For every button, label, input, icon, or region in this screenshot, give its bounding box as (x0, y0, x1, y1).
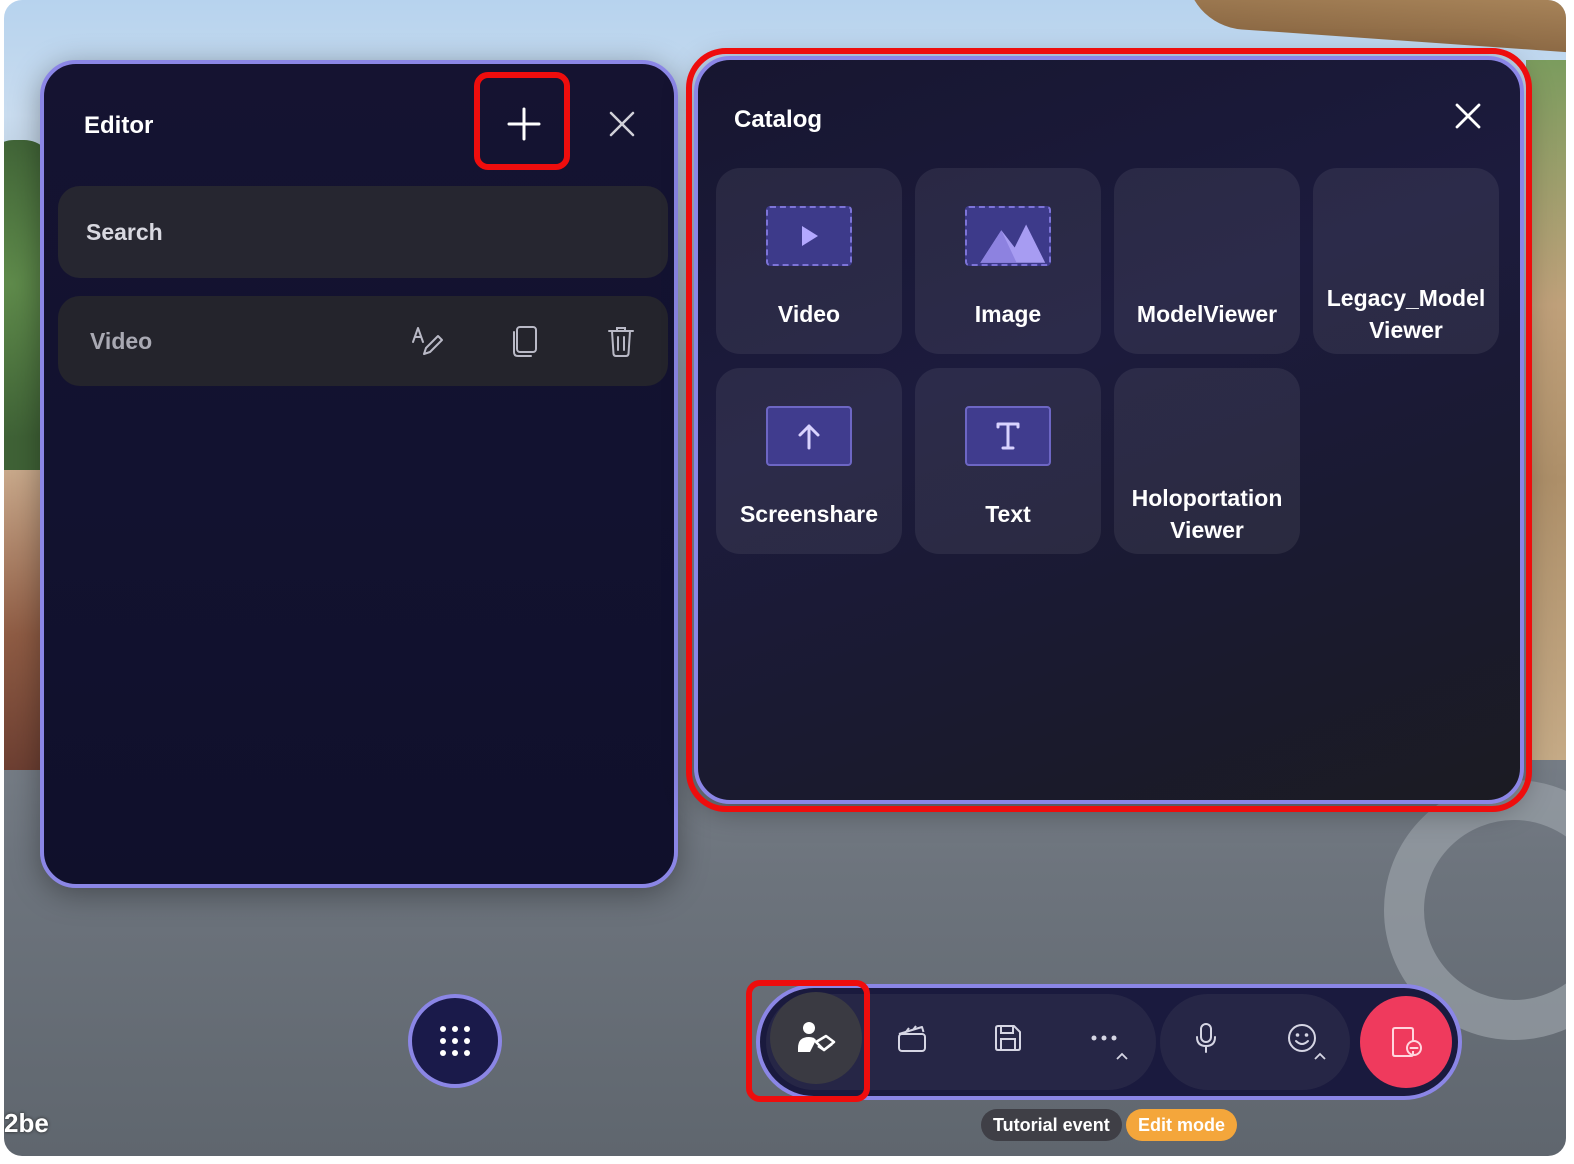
microphone-button[interactable] (1164, 996, 1248, 1080)
catalog-tile-image[interactable]: Image (915, 168, 1101, 354)
clapperboard-icon (898, 1025, 926, 1052)
corner-label: 2be (4, 1108, 49, 1138)
catalog-tile-screenshare[interactable]: Screenshare (716, 368, 902, 554)
smiley-icon (1288, 1024, 1316, 1052)
bottom-toolbar (756, 984, 1462, 1100)
editor-title: Editor (84, 112, 154, 139)
catalog-title: Catalog (734, 106, 823, 133)
catalog-tile-legacy-model-viewer[interactable]: Legacy_Model Viewer (1313, 168, 1499, 354)
host-tools-button[interactable] (770, 992, 862, 1084)
duplicate-button[interactable] (502, 318, 548, 364)
apps-menu-button[interactable] (408, 994, 502, 1088)
tile-label-line2: Viewer (1170, 517, 1244, 543)
trash-icon (608, 327, 634, 357)
scene-roof (1182, 0, 1566, 55)
catalog-tile-modelviewer[interactable]: ModelViewer (1114, 168, 1300, 354)
plus-icon (507, 107, 541, 141)
catalog-panel: Catalog Video Image ModelViewer Legacy_M… (694, 56, 1524, 804)
scene-tree-right (1526, 60, 1566, 760)
rename-icon (412, 327, 443, 355)
delete-button[interactable] (598, 318, 644, 364)
text-t-icon (965, 406, 1051, 466)
rename-button[interactable] (404, 318, 450, 364)
more-dots-icon (1091, 1035, 1117, 1041)
tile-label: Text (985, 501, 1031, 527)
reactions-button[interactable] (1260, 996, 1344, 1080)
catalog-tile-holoportation-viewer[interactable]: Holoportation Viewer (1114, 368, 1300, 554)
more-options-button[interactable] (1062, 996, 1146, 1080)
catalog-tile-video[interactable]: Video (716, 168, 902, 354)
scenes-button[interactable] (870, 996, 954, 1080)
catalog-close-button[interactable] (1438, 86, 1498, 146)
search-input[interactable]: Search (58, 186, 668, 278)
close-icon (1455, 103, 1481, 129)
video-play-icon (766, 206, 852, 266)
editor-close-button[interactable] (584, 94, 660, 154)
save-icon (995, 1025, 1021, 1051)
image-mountains-icon (965, 206, 1051, 266)
tile-label: ModelViewer (1136, 301, 1278, 327)
close-icon (609, 111, 635, 137)
tile-label: Image (974, 301, 1042, 327)
save-button[interactable] (966, 996, 1050, 1080)
chevron-up-icon (1314, 1052, 1326, 1060)
tile-label-line1: Holoportation (1131, 485, 1283, 511)
upload-arrow-icon (766, 406, 852, 466)
add-object-button[interactable] (486, 86, 562, 162)
copy-icon (513, 326, 537, 357)
edit-mode-badge: Edit mode (1126, 1109, 1238, 1141)
event-name-badge: Tutorial event (981, 1109, 1122, 1141)
grid-dots-icon (440, 1026, 470, 1056)
microphone-icon (1196, 1023, 1216, 1053)
editor-panel: Editor Search Video (40, 60, 678, 888)
list-item[interactable]: Video (58, 296, 668, 386)
catalog-tile-text[interactable]: Text (915, 368, 1101, 554)
leave-button[interactable] (1360, 996, 1452, 1088)
tile-label: Screenshare (739, 501, 879, 527)
chevron-up-icon (1116, 1052, 1128, 1060)
leave-door-icon (1392, 1027, 1422, 1057)
tile-label: Video (777, 301, 841, 327)
host-tools-icon (798, 1022, 836, 1052)
tile-label-line1: Legacy_Model (1326, 285, 1486, 311)
list-item-label: Video (90, 328, 153, 354)
tile-label-line2: Viewer (1369, 317, 1443, 343)
